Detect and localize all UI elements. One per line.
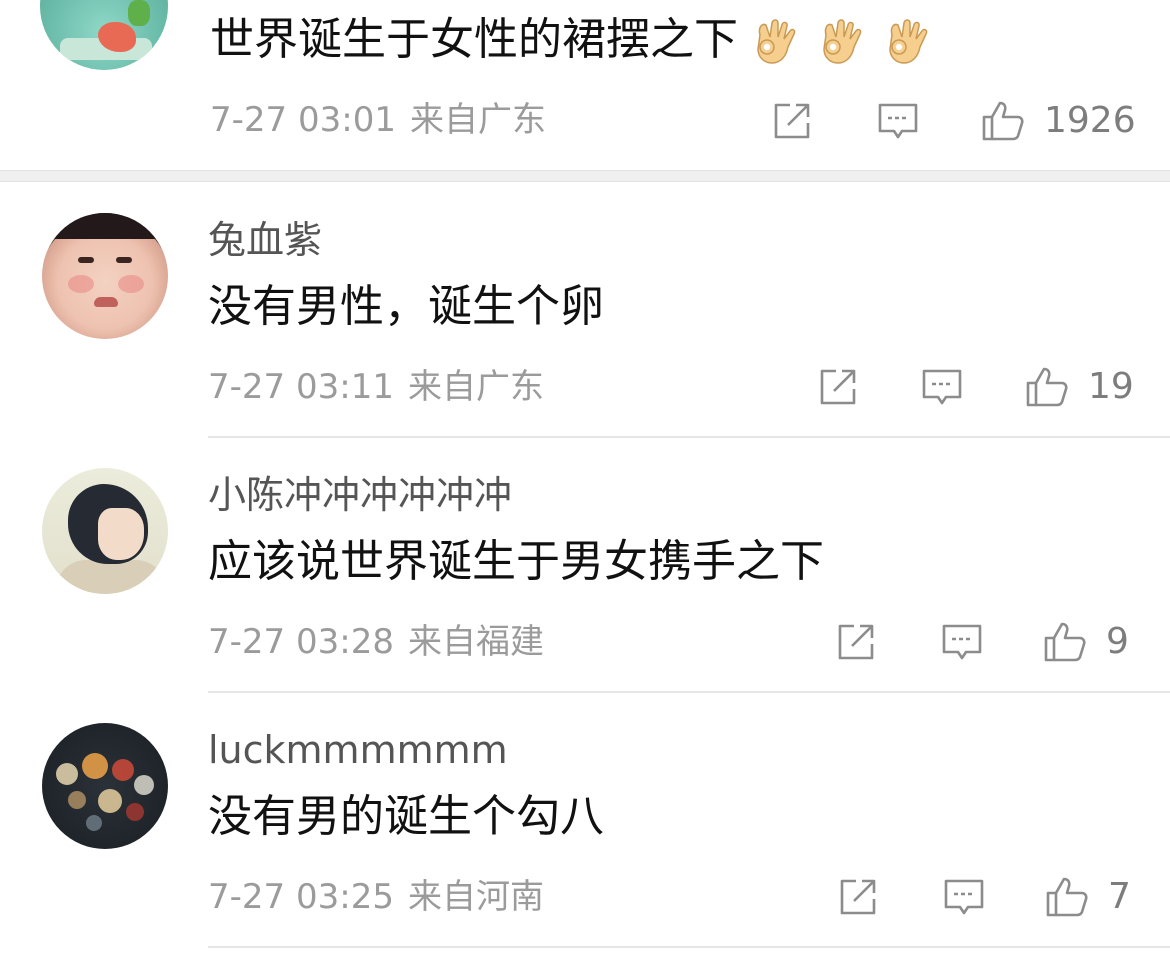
- reply-location: 来自福建: [407, 622, 544, 662]
- comment-actions: 1926: [768, 97, 1148, 145]
- comment-icon[interactable]: [874, 97, 922, 145]
- ok-hand-emoji-icon: [752, 17, 798, 67]
- avatar-art: [126, 803, 144, 821]
- reply-location: 来自河南: [407, 877, 544, 917]
- avatar-art: [98, 508, 144, 560]
- avatar-art: [118, 275, 144, 293]
- like-count: 9: [1106, 621, 1129, 662]
- comment-icon[interactable]: [940, 873, 988, 921]
- avatar[interactable]: [42, 213, 168, 339]
- reply-item: luckmmmmmm 没有男的诞生个勾八 7-27 03:25 来自河南 7: [0, 693, 1170, 948]
- comment-content: 世界诞生于女性的裙摆之下: [210, 14, 738, 65]
- thumbs-up-icon[interactable]: [1022, 363, 1070, 411]
- username[interactable]: luckmmmmmm: [208, 727, 508, 773]
- like-count: 1926: [1044, 100, 1136, 141]
- avatar-art: [56, 763, 78, 785]
- avatar-art: [98, 789, 122, 813]
- weibo-comment-thread: 世界诞生于女性的裙摆之下 7-27 03:01 来自广东 1926 兔血紫 没有…: [0, 0, 1170, 965]
- avatar-art: [68, 791, 86, 809]
- share-icon[interactable]: [814, 363, 862, 411]
- reply-actions: 19: [814, 363, 1144, 411]
- avatar-art: [86, 815, 102, 831]
- comment-location: 来自广东: [409, 100, 546, 140]
- comment-meta: 7-27 03:01 来自广东: [210, 100, 546, 140]
- ok-hand-emojis: [752, 17, 930, 67]
- row-divider: [208, 946, 1170, 948]
- thumbs-up-icon[interactable]: [1042, 873, 1090, 921]
- reply-actions: 9: [832, 618, 1144, 666]
- avatar-art: [128, 0, 150, 26]
- top-comment: 世界诞生于女性的裙摆之下 7-27 03:01 来自广东 1926: [0, 0, 1170, 170]
- avatar-art: [42, 213, 168, 239]
- share-icon[interactable]: [832, 618, 880, 666]
- thumbs-up-icon[interactable]: [1040, 618, 1088, 666]
- section-divider: [0, 170, 1170, 182]
- username[interactable]: 兔血紫: [208, 217, 322, 263]
- avatar-art: [112, 759, 134, 781]
- avatar[interactable]: [40, 0, 168, 70]
- avatar-art: [68, 275, 94, 293]
- share-icon[interactable]: [768, 97, 816, 145]
- reply-content: 没有男的诞生个勾八: [208, 791, 604, 842]
- ok-hand-emoji-icon: [884, 17, 930, 67]
- reply-meta: 7-27 03:25 来自河南: [208, 877, 544, 917]
- avatar-art: [56, 560, 166, 594]
- reply-date: 7-27 03:25: [208, 877, 394, 917]
- reply-meta: 7-27 03:28 来自福建: [208, 622, 544, 662]
- comment-text: 世界诞生于女性的裙摆之下: [210, 12, 930, 68]
- comment-date: 7-27 03:01: [210, 100, 396, 140]
- avatar-art: [82, 753, 108, 779]
- comment-icon[interactable]: [938, 618, 986, 666]
- like-count: 7: [1108, 876, 1131, 917]
- username[interactable]: 小陈冲冲冲冲冲冲: [208, 472, 512, 518]
- avatar-art: [134, 775, 154, 795]
- avatar-art: [78, 257, 94, 263]
- avatar-art: [94, 297, 118, 307]
- reply-date: 7-27 03:28: [208, 622, 394, 662]
- thumbs-up-icon[interactable]: [978, 97, 1026, 145]
- reply-date: 7-27 03:11: [208, 367, 394, 407]
- reply-item: 小陈冲冲冲冲冲冲 应该说世界诞生于男女携手之下 7-27 03:28 来自福建: [0, 438, 1170, 693]
- reply-content: 应该说世界诞生于男女携手之下: [208, 536, 824, 587]
- avatar[interactable]: [42, 723, 168, 849]
- ok-hand-emoji-icon: [818, 17, 864, 67]
- reply-location: 来自广东: [407, 367, 544, 407]
- reply-actions: 7: [834, 873, 1144, 921]
- comment-icon[interactable]: [918, 363, 966, 411]
- reply-item: 兔血紫 没有男性，诞生个卵 7-27 03:11 来自广东 19: [0, 183, 1170, 438]
- avatar-art: [116, 257, 132, 263]
- share-icon[interactable]: [834, 873, 882, 921]
- reply-meta: 7-27 03:11 来自广东: [208, 367, 544, 407]
- avatar[interactable]: [42, 468, 168, 594]
- like-count: 19: [1088, 366, 1134, 407]
- reply-content: 没有男性，诞生个卵: [208, 281, 604, 332]
